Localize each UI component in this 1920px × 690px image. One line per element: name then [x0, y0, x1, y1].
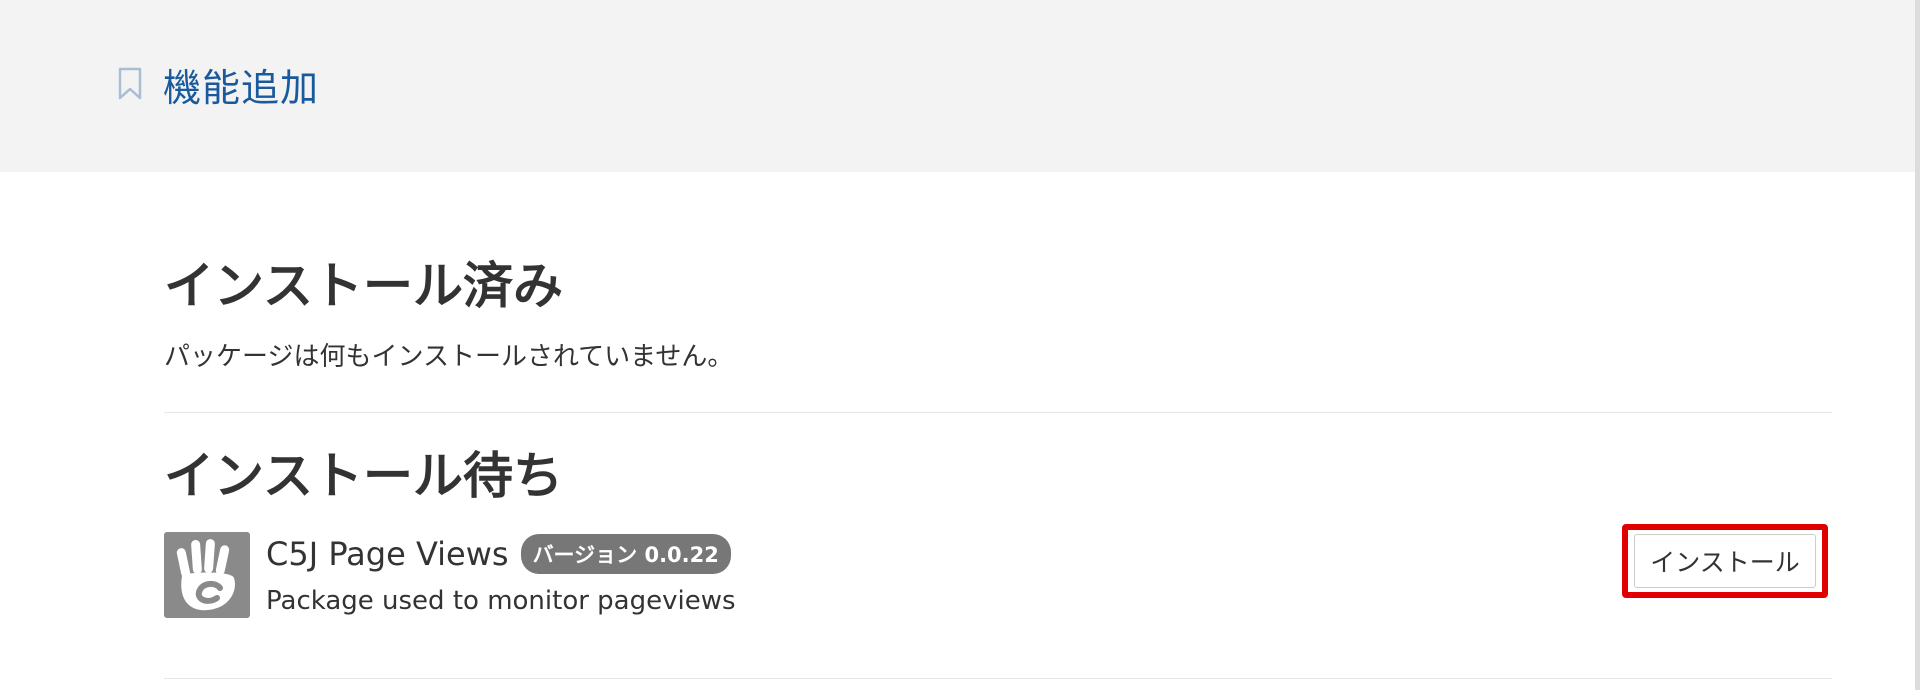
concrete5-hand-logo-icon [164, 532, 250, 618]
section-divider-bottom [164, 678, 1832, 679]
scrollbar-edge[interactable] [1915, 0, 1920, 690]
package-title-line: C5J Page Views バージョン 0.0.22 [266, 532, 731, 576]
package-description: Package used to monitor pageviews [266, 586, 736, 616]
package-name: C5J Page Views [266, 535, 509, 573]
install-button[interactable]: インストール [1634, 534, 1816, 588]
version-badge: バージョン 0.0.22 [520, 534, 731, 574]
installed-heading: インストール済み [164, 257, 563, 315]
bookmark-icon[interactable] [117, 67, 143, 101]
section-divider [164, 412, 1832, 413]
pending-heading: インストール待ち [164, 447, 563, 505]
page-title: 機能追加 [163, 65, 320, 110]
package-row: C5J Page Views バージョン 0.0.22 Package used… [164, 532, 1832, 622]
installed-empty-message: パッケージは何もインストールされていません。 [164, 342, 734, 372]
page-title-area: 機能追加 [117, 54, 319, 114]
